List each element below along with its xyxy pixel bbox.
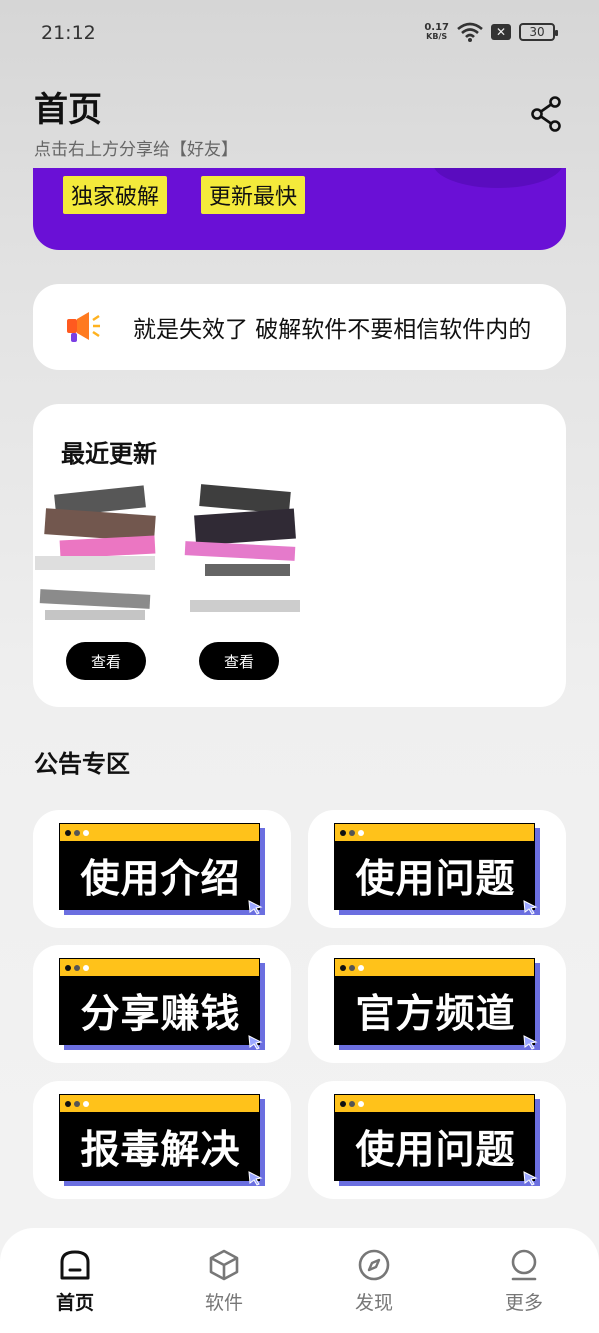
cursor-icon: [523, 900, 538, 915]
tile-share-earn[interactable]: 分享赚钱: [33, 945, 291, 1063]
no-sim-icon: ✕: [491, 24, 511, 40]
status-indicators: 0.17 KB/S ✕ 30: [424, 22, 558, 42]
banner-tag-exclusive: 独家破解: [63, 176, 168, 214]
page-title: 首页: [34, 90, 102, 130]
promo-banner[interactable]: 独家破解 更新最快: [33, 168, 566, 250]
profile-icon: [511, 1249, 537, 1281]
cursor-icon: [248, 1035, 263, 1050]
status-bar: 21:12 0.17 KB/S ✕ 30: [0, 0, 599, 68]
tile-official-channel[interactable]: 官方频道: [308, 945, 566, 1063]
nav-software[interactable]: 软件: [184, 1248, 264, 1315]
nav-label-software: 软件: [204, 1292, 243, 1314]
view-button[interactable]: 查看: [199, 642, 279, 680]
banner-tag-fastest: 更新最快: [201, 176, 306, 214]
tile-usage-questions-2[interactable]: 使用问题: [308, 1081, 566, 1199]
network-speed-unit: KB/S: [426, 32, 448, 41]
cursor-icon: [523, 1035, 538, 1050]
nav-label-more: 更多: [504, 1292, 543, 1314]
tile-virus-report-fix[interactable]: 报毒解决: [33, 1081, 291, 1199]
cube-icon: [209, 1249, 239, 1281]
status-time: 21:12: [41, 22, 96, 44]
nav-home[interactable]: 首页: [35, 1248, 115, 1315]
tile-usage-questions[interactable]: 使用问题: [308, 810, 566, 928]
megaphone-icon: [67, 312, 100, 342]
tile-usage-intro[interactable]: 使用介绍: [33, 810, 291, 928]
app-thumbnail[interactable]: [35, 482, 165, 632]
cursor-icon: [523, 1171, 538, 1186]
cursor-icon: [248, 1171, 263, 1186]
recent-updates-card: 最近更新 查看 查看: [33, 404, 566, 707]
tile-label: 分享赚钱: [80, 992, 241, 1037]
cursor-icon: [248, 900, 263, 915]
battery-indicator: 30: [519, 23, 558, 41]
page-header: 首页 点击右上方分享给【好友】: [34, 82, 238, 160]
notice-card[interactable]: 就是失效了 破解软件不要相信软件内的: [33, 284, 566, 370]
network-speed-value: 0.17: [424, 22, 449, 33]
tile-label: 使用问题: [355, 857, 516, 902]
banner-decoration: [433, 168, 563, 188]
tile-label: 使用介绍: [80, 857, 241, 902]
wifi-icon: [457, 22, 483, 42]
network-speed: 0.17 KB/S: [424, 22, 449, 42]
nav-label-discover: 发现: [354, 1292, 393, 1314]
tile-label: 使用问题: [355, 1128, 516, 1173]
page-subtitle: 点击右上方分享给【好友】: [34, 140, 238, 160]
announcements-title: 公告专区: [34, 750, 130, 778]
bottom-nav: 首页 软件 发现 更多: [0, 1228, 599, 1333]
recent-updates-title: 最近更新: [61, 440, 157, 468]
tile-label: 官方频道: [355, 992, 516, 1037]
nav-discover[interactable]: 发现: [334, 1248, 414, 1315]
compass-icon: [358, 1249, 390, 1281]
tile-label: 报毒解决: [80, 1128, 241, 1173]
home-icon: [60, 1250, 90, 1280]
nav-label-home: 首页: [55, 1292, 94, 1314]
view-button[interactable]: 查看: [66, 642, 146, 680]
nav-more[interactable]: 更多: [484, 1248, 564, 1315]
app-thumbnail[interactable]: [175, 482, 305, 632]
notice-marquee-text: 就是失效了 破解软件不要相信软件内的: [133, 317, 532, 343]
share-icon[interactable]: [531, 96, 563, 132]
